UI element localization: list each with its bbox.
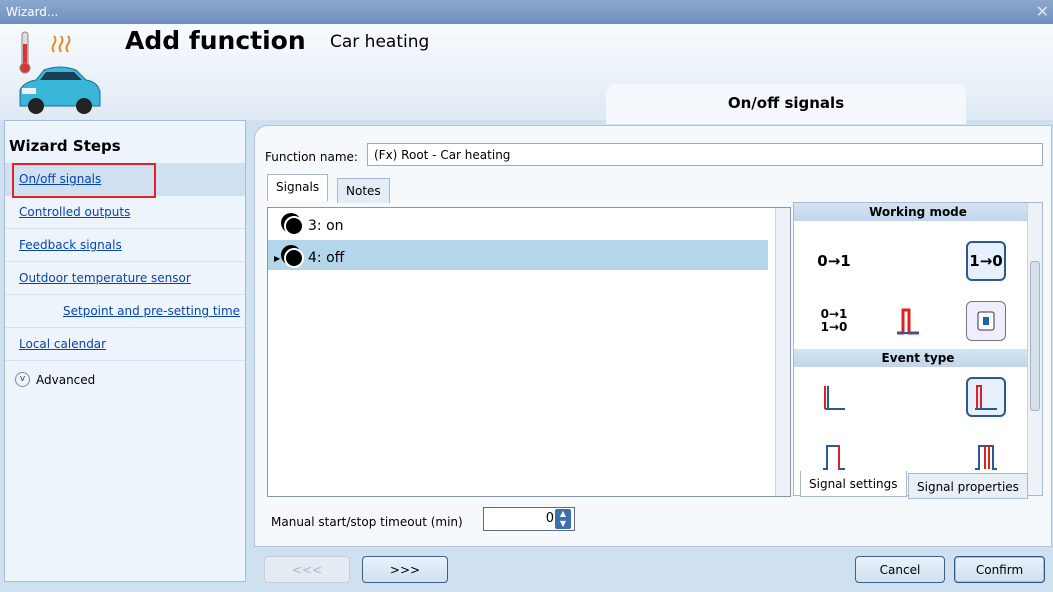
page-title: Add function [125,26,306,55]
row-pointer-icon: ▶ [274,253,281,263]
step-event-icon[interactable] [814,377,854,417]
list-item[interactable]: 3: on [268,208,768,238]
main-panel: Function name: Signals Notes 3: on ▶ 4: … [254,125,1052,547]
function-subtitle: Car heating [330,32,430,52]
step-controlled-outputs[interactable]: Controlled outputs [5,196,245,229]
spin-arrows-icon[interactable]: ▲ ▼ [555,509,571,529]
list-item[interactable]: ▶ 4: off [268,240,768,270]
window-title: Wizard... [6,5,59,19]
wizard-sidebar: Wizard Steps On/off signals Controlled o… [4,120,246,582]
active-step-highlight [12,163,156,198]
signal-icon [284,216,304,236]
switch-icon[interactable] [966,301,1006,341]
current-step-tab: On/off signals [606,84,966,124]
step-feedback-signals[interactable]: Feedback signals [5,229,245,262]
header: Add function Car heating On/off signals [0,24,1053,124]
previous-button[interactable]: <<< [264,556,350,583]
function-name-input[interactable] [367,143,1043,166]
tab-notes[interactable]: Notes [337,178,390,203]
function-name-label: Function name: [265,150,358,164]
confirm-button[interactable]: Confirm [954,556,1045,583]
step-event-selected-icon[interactable] [966,377,1006,417]
both-edges-mode-icon[interactable]: 0→1 1→0 [814,301,854,341]
tab-signal-properties[interactable]: Signal properties [908,473,1028,499]
rising-edge-mode-icon[interactable]: 0→1 [814,241,854,281]
scrollbar-thumb[interactable] [1030,261,1040,411]
window-titlebar: Wizard... ✕ [0,0,1053,24]
cancel-button[interactable]: Cancel [855,556,945,583]
vertical-scrollbar[interactable] [775,208,790,496]
car-heating-logo [19,31,101,114]
advanced-label: Advanced [36,372,96,387]
panel-scrollbar[interactable] [1027,203,1042,495]
falling-edge-mode-icon[interactable]: 1→0 [966,241,1006,281]
signal-settings-panel: Working mode 0→1 1→0 0→1 1→0 Event type [793,202,1043,496]
working-mode-title: Working mode [794,203,1042,221]
event-type-title: Event type [794,349,1042,367]
step-outdoor-temperature-sensor[interactable]: Outdoor temperature sensor [5,262,245,295]
timeout-label: Manual start/stop timeout (min) [271,515,463,529]
step-setpoint-presetting-time[interactable]: Setpoint and pre-setting time [5,295,245,328]
close-icon[interactable]: ✕ [1036,2,1049,21]
advanced-expander[interactable]: v Advanced [5,361,245,391]
chevron-down-icon: v [15,372,30,387]
tab-signal-settings[interactable]: Signal settings [800,471,907,497]
double-pulse-event-icon[interactable] [966,437,1006,477]
next-button[interactable]: >>> [362,556,448,583]
pulse-edge-icon[interactable] [888,301,928,341]
signal-label: 4: off [308,250,345,266]
signal-label: 3: on [308,218,344,234]
tab-signals[interactable]: Signals [267,174,329,201]
signals-list: 3: on ▶ 4: off [267,207,791,497]
step-local-calendar[interactable]: Local calendar [5,328,245,361]
wizard-steps-heading: Wizard Steps [9,137,121,155]
signal-icon [284,248,304,268]
